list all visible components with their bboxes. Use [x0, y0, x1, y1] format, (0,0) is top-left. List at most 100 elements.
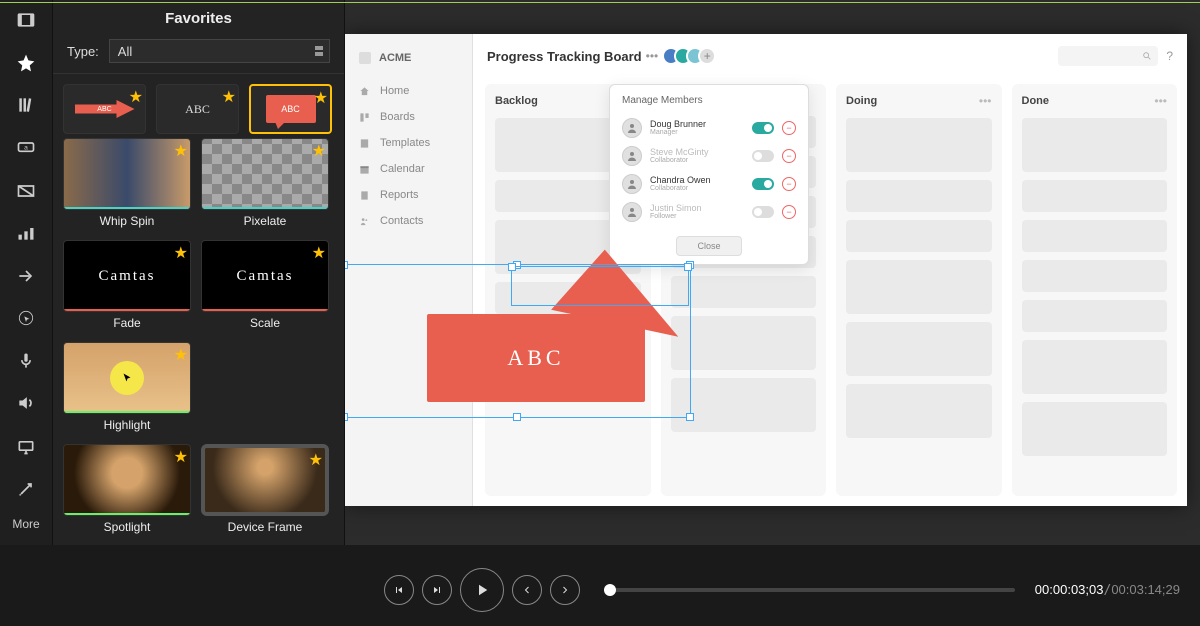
timecode: 00:00:03;03/00:03:14;29	[1035, 582, 1180, 598]
thumb-callout-text[interactable]: ★ ABC	[156, 84, 239, 134]
mock-nav-home: Home	[345, 78, 472, 104]
star-icon: ★	[174, 447, 188, 467]
canvas[interactable]: ACME Home Boards Templates Calendar Repo…	[345, 34, 1187, 506]
mock-header: Progress Tracking Board ••• + ?	[473, 34, 1187, 78]
favorites-icon[interactable]	[11, 49, 41, 78]
behaviors-icon[interactable]	[11, 219, 41, 248]
star-icon: ★	[314, 88, 328, 108]
star-icon: ★	[312, 141, 326, 161]
thumb-callout-arrow[interactable]: ★ ABC	[63, 84, 146, 134]
search-input	[1058, 46, 1158, 66]
thumb-label: Scale	[250, 316, 280, 330]
type-label: Type:	[67, 44, 99, 59]
library-icon[interactable]	[11, 91, 41, 120]
thumb-spotlight[interactable]: ★ Spotlight	[63, 444, 191, 542]
star-icon: ★	[174, 243, 188, 263]
member-row: Steve McGintyCollaborator −	[622, 142, 796, 170]
members-popover: Manage Members Doug BrunnerManager−Steve…	[609, 84, 809, 265]
member-name: Doug Brunner	[650, 120, 744, 130]
mock-title: Progress Tracking Board	[487, 49, 642, 64]
scrubber[interactable]	[604, 588, 1015, 592]
member-name: Steve McGinty	[650, 148, 744, 158]
member-row: Justin SimonFollower−	[622, 198, 796, 226]
member-name: Chandra Owen	[650, 176, 744, 186]
toggle	[752, 150, 774, 162]
remove-icon: −	[782, 121, 796, 135]
col-title-done: Done	[1022, 95, 1050, 107]
star-icon: ★	[312, 243, 326, 263]
cursor-effects-icon[interactable]	[11, 304, 41, 333]
remove-icon: −	[782, 149, 796, 163]
avatar-icon	[622, 174, 642, 194]
media-bin-icon[interactable]	[11, 6, 41, 35]
remove-icon: −	[782, 177, 796, 191]
voice-icon[interactable]	[11, 347, 41, 376]
thumb-label: Fade	[113, 316, 140, 330]
toggle	[752, 206, 774, 218]
popover-close-button: Close	[676, 236, 741, 256]
thumb-label: Highlight	[104, 418, 151, 432]
avatar-icon	[622, 202, 642, 222]
animations-icon[interactable]	[11, 261, 41, 290]
panel-title: Favorites	[53, 0, 344, 35]
transitions-icon[interactable]	[11, 176, 41, 205]
thumb-label: Spotlight	[104, 520, 151, 534]
annotations-icon[interactable]: a	[11, 134, 41, 163]
mock-brand: ACME	[345, 44, 472, 78]
thumb-device-frame[interactable]: ★ Device Frame	[201, 444, 329, 542]
member-role: Collaborator	[650, 185, 744, 192]
popover-title: Manage Members	[622, 95, 796, 106]
mock-nav-calendar: Calendar	[345, 156, 472, 182]
col-title-backlog: Backlog	[495, 95, 538, 107]
star-icon: ★	[174, 141, 188, 161]
star-icon: ★	[174, 345, 188, 365]
play-button[interactable]	[460, 568, 504, 612]
star-icon: ★	[222, 87, 236, 107]
toggle	[752, 122, 774, 134]
scrubber-knob[interactable]	[604, 584, 616, 596]
member-role: Collaborator	[650, 157, 744, 164]
col-title-doing: Doing	[846, 95, 877, 107]
cursor-icon	[121, 372, 133, 384]
member-row: Doug BrunnerManager −	[622, 114, 796, 142]
thumb-fade[interactable]: ★ Camtas Fade	[63, 240, 191, 338]
mock-nav-boards: Boards	[345, 104, 472, 130]
star-icon: ★	[309, 450, 323, 470]
member-role: Follower	[650, 213, 744, 220]
thumb-label: Whip Spin	[100, 214, 155, 228]
prev-frame-button[interactable]	[384, 575, 414, 605]
visual-effects-icon[interactable]	[11, 432, 41, 461]
remove-icon: −	[782, 205, 796, 219]
tool-rail: a More	[0, 0, 52, 545]
thumb-pixelate[interactable]: ★ Pixelate	[201, 138, 329, 236]
thumb-label: Device Frame	[228, 520, 303, 534]
audio-icon[interactable]	[11, 389, 41, 418]
prev-clip-button[interactable]	[512, 575, 542, 605]
mock-nav-templates: Templates	[345, 130, 472, 156]
canvas-area[interactable]: ACME Home Boards Templates Calendar Repo…	[345, 0, 1200, 545]
interactivity-icon[interactable]	[11, 474, 41, 503]
next-clip-button[interactable]	[550, 575, 580, 605]
avatar-icon	[622, 146, 642, 166]
playback-bar: 00:00:03;03/00:03:14;29	[0, 554, 1200, 626]
selection-box-inner[interactable]	[511, 266, 689, 306]
avatar-icon	[622, 118, 642, 138]
favorites-panel: Favorites Type: All ★ ABC ★ ABC	[52, 0, 345, 545]
thumb-whip-spin[interactable]: ★ Whip Spin	[63, 138, 191, 236]
member-row: Chandra OwenCollaborator −	[622, 170, 796, 198]
more-button[interactable]: More	[12, 517, 39, 531]
type-select[interactable]: All	[109, 39, 330, 63]
mock-nav-contacts: Contacts	[345, 208, 472, 234]
svg-text:a: a	[24, 145, 28, 152]
thumb-highlight[interactable]: ★ Highlight	[63, 342, 191, 440]
mock-avatars: +	[668, 47, 716, 65]
star-icon: ★	[129, 87, 143, 107]
toggle	[752, 178, 774, 190]
help-icon: ?	[1166, 49, 1173, 63]
thumb-scale[interactable]: ★ Camtas Scale	[201, 240, 329, 338]
mock-nav-reports: Reports	[345, 182, 472, 208]
member-role: Manager	[650, 129, 744, 136]
next-frame-button[interactable]	[422, 575, 452, 605]
thumb-callout-speech[interactable]: ★ ABC	[249, 84, 332, 134]
ellipsis-icon: •••	[646, 49, 659, 63]
